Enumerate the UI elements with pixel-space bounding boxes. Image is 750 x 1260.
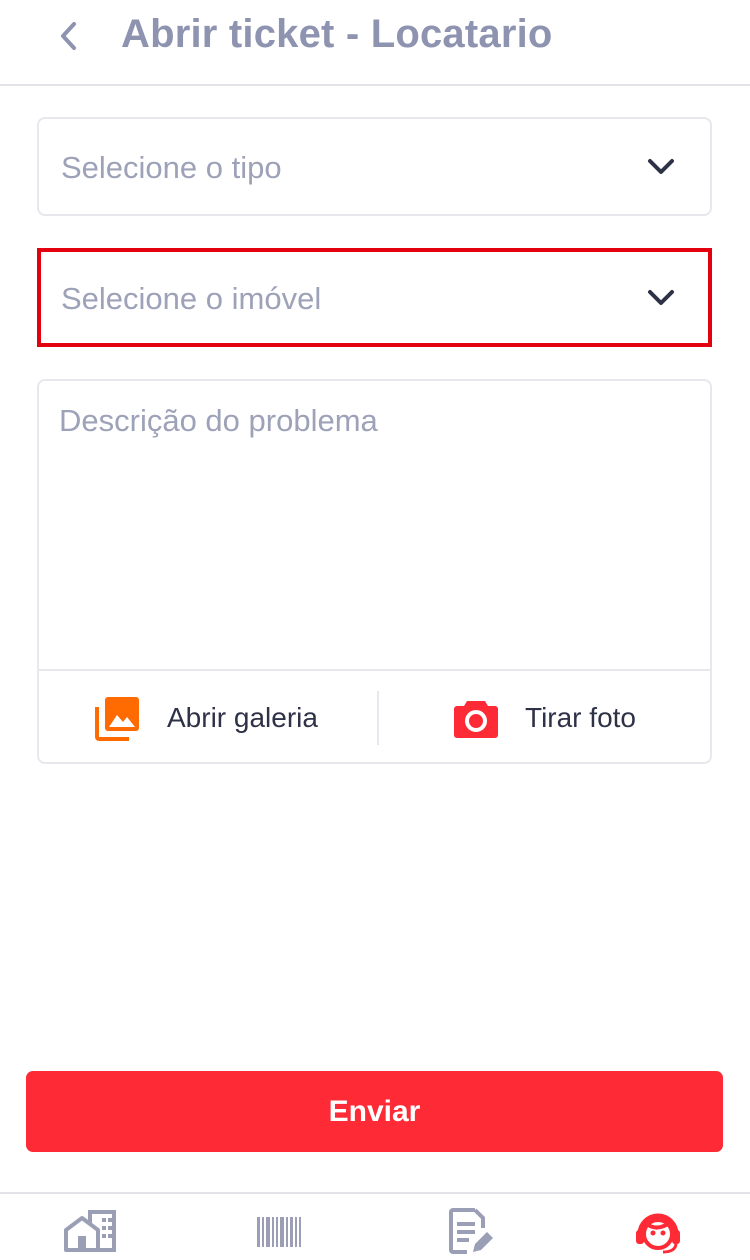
chevron-left-icon xyxy=(61,22,76,50)
buildings-icon xyxy=(64,1210,116,1252)
tab-support[interactable] xyxy=(628,1208,688,1256)
description-box: Abrir galeria Tirar foto xyxy=(37,379,712,764)
open-gallery-label: Abrir galeria xyxy=(167,701,318,733)
document-edit-icon xyxy=(449,1208,493,1254)
chevron-down-icon xyxy=(648,159,674,174)
tab-contracts[interactable] xyxy=(440,1208,500,1256)
attachment-actions: Abrir galeria Tirar foto xyxy=(39,669,710,762)
property-select-placeholder: Selecione o imóvel xyxy=(61,281,322,316)
property-select[interactable]: Selecione o imóvel xyxy=(37,248,712,347)
description-input[interactable] xyxy=(59,403,689,663)
support-agent-icon xyxy=(636,1213,680,1254)
photo-library-icon xyxy=(95,696,139,741)
tab-boletos[interactable] xyxy=(249,1208,309,1256)
bottom-tab-bar xyxy=(0,1192,750,1260)
page-title: Abrir ticket - Locatario xyxy=(121,12,553,56)
app-header: Abrir ticket - Locatario xyxy=(0,0,750,86)
take-photo-button[interactable]: Tirar foto xyxy=(453,671,636,764)
camera-icon xyxy=(454,700,498,738)
back-button[interactable] xyxy=(46,14,90,58)
barcode-icon xyxy=(257,1217,301,1247)
open-gallery-button[interactable]: Abrir galeria xyxy=(95,671,318,764)
type-select[interactable]: Selecione o tipo xyxy=(37,117,712,216)
chevron-down-icon xyxy=(648,290,674,305)
take-photo-label: Tirar foto xyxy=(525,701,636,733)
actions-divider xyxy=(377,691,379,745)
type-select-placeholder: Selecione o tipo xyxy=(61,150,282,185)
submit-button[interactable]: Enviar xyxy=(26,1071,723,1152)
tab-properties[interactable] xyxy=(60,1208,120,1256)
